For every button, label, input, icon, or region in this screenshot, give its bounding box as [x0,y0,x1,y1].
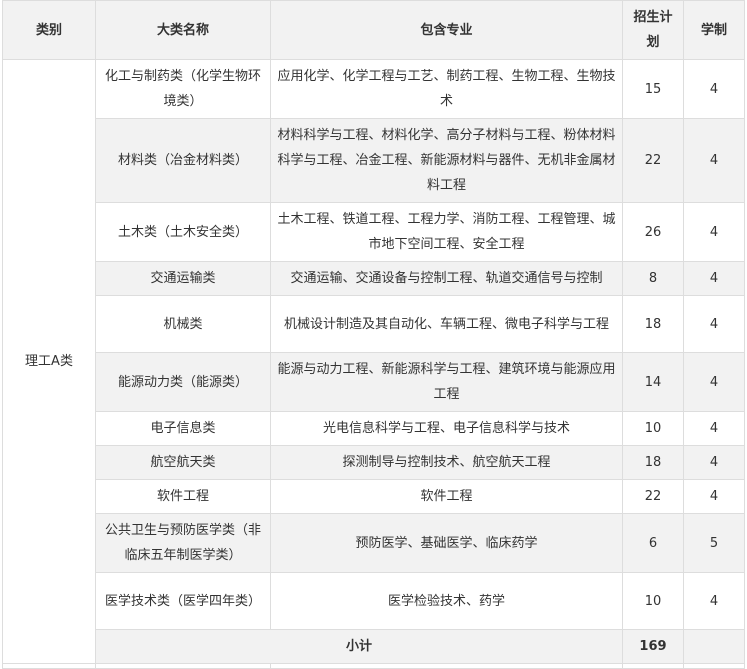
row-years: 4 [683,479,745,514]
continuation-cell [622,663,684,669]
row-name: 能源动力类（能源类） [95,352,271,412]
row-majors: 机械设计制造及其自动化、车辆工程、微电子科学与工程 [270,295,623,353]
row-plan: 22 [622,118,684,203]
row-plan: 18 [622,295,684,353]
row-majors: 光电信息科学与工程、电子信息科学与技术 [270,411,623,446]
row-years: 4 [683,202,745,262]
table-row: 能源动力类（能源类） 能源与动力工程、新能源科学与工程、建筑环境与能源应用工程 … [3,352,745,412]
table-row: 机械类 机械设计制造及其自动化、车辆工程、微电子科学与工程 18 4 [3,295,745,353]
table-row: 交通运输类 交通运输、交通设备与控制工程、轨道交通信号与控制 8 4 [3,261,745,296]
row-name: 软件工程 [95,479,271,514]
subtotal-label: 小计 [95,629,623,664]
header-years: 学制 [683,0,745,60]
continuation-cell [270,663,623,669]
row-name: 航空航天类 [95,445,271,480]
subtotal-years [683,629,745,664]
row-plan: 6 [622,513,684,573]
row-majors: 能源与动力工程、新能源科学与工程、建筑环境与能源应用工程 [270,352,623,412]
row-years: 4 [683,572,745,630]
table-row: 软件工程 软件工程 22 4 [3,479,745,514]
continuation-cell [95,663,271,669]
row-majors: 探测制导与控制技术、航空航天工程 [270,445,623,480]
row-plan: 14 [622,352,684,412]
row-name: 化工与制药类（化学生物环境类） [95,59,271,119]
header-name: 大类名称 [95,0,271,60]
table-row: 航空航天类 探测制导与控制技术、航空航天工程 18 4 [3,445,745,480]
header-row: 类别 大类名称 包含专业 招生计划 学制 [2,0,745,60]
row-plan: 26 [622,202,684,262]
table-row: 理工A类 化工与制药类（化学生物环境类） 应用化学、化学工程与工艺、制药工程、生… [2,59,745,664]
row-majors: 应用化学、化学工程与工艺、制药工程、生物工程、生物技术 [270,59,623,119]
table-row: 公共卫生与预防医学类（非临床五年制医学类） 预防医学、基础医学、临床药学 6 5 [3,513,745,573]
table-row: 医学技术类（医学四年类） 医学检验技术、药学 10 4 [3,572,745,630]
category-cell: 理工A类 [2,59,96,664]
row-years: 4 [683,445,745,480]
row-majors: 软件工程 [270,479,623,514]
subtotal-row: 小计 169 [3,629,745,664]
row-years: 4 [683,411,745,446]
row-plan: 18 [622,445,684,480]
continuation-cell [683,663,745,669]
row-plan: 10 [622,411,684,446]
continuation-cell [2,663,96,669]
row-plan: 15 [622,59,684,119]
row-years: 4 [683,295,745,353]
table-row: 土木类（土木安全类） 土木工程、铁道工程、工程力学、消防工程、工程管理、城市地下… [3,202,745,262]
table-continuation-row [2,663,745,669]
row-name: 公共卫生与预防医学类（非临床五年制医学类） [95,513,271,573]
row-name: 医学技术类（医学四年类） [95,572,271,630]
enrollment-table: 类别 大类名称 包含专业 招生计划 学制 理工A类 化工与制药类（化学生物环境类… [2,0,745,669]
row-name: 电子信息类 [95,411,271,446]
header-majors: 包含专业 [270,0,623,60]
subtotal-plan: 169 [622,629,684,664]
row-majors: 医学检验技术、药学 [270,572,623,630]
row-years: 4 [683,352,745,412]
row-name: 交通运输类 [95,261,271,296]
table-row: 材料类（冶金材料类） 材料科学与工程、材料化学、高分子材料与工程、粉体材料科学与… [3,118,745,203]
row-years: 5 [683,513,745,573]
row-name: 材料类（冶金材料类） [95,118,271,203]
row-majors: 材料科学与工程、材料化学、高分子材料与工程、粉体材料科学与工程、冶金工程、新能源… [270,118,623,203]
header-plan: 招生计划 [622,0,684,60]
row-majors: 交通运输、交通设备与控制工程、轨道交通信号与控制 [270,261,623,296]
row-majors: 土木工程、铁道工程、工程力学、消防工程、工程管理、城市地下空间工程、安全工程 [270,202,623,262]
row-plan: 8 [622,261,684,296]
row-years: 4 [683,118,745,203]
row-name: 机械类 [95,295,271,353]
row-plan: 10 [622,572,684,630]
row-years: 4 [683,261,745,296]
row-majors: 预防医学、基础医学、临床药学 [270,513,623,573]
row-plan: 22 [622,479,684,514]
row-name: 土木类（土木安全类） [95,202,271,262]
row-years: 4 [683,59,745,119]
header-category: 类别 [2,0,96,60]
table-row: 电子信息类 光电信息科学与工程、电子信息科学与技术 10 4 [3,411,745,446]
